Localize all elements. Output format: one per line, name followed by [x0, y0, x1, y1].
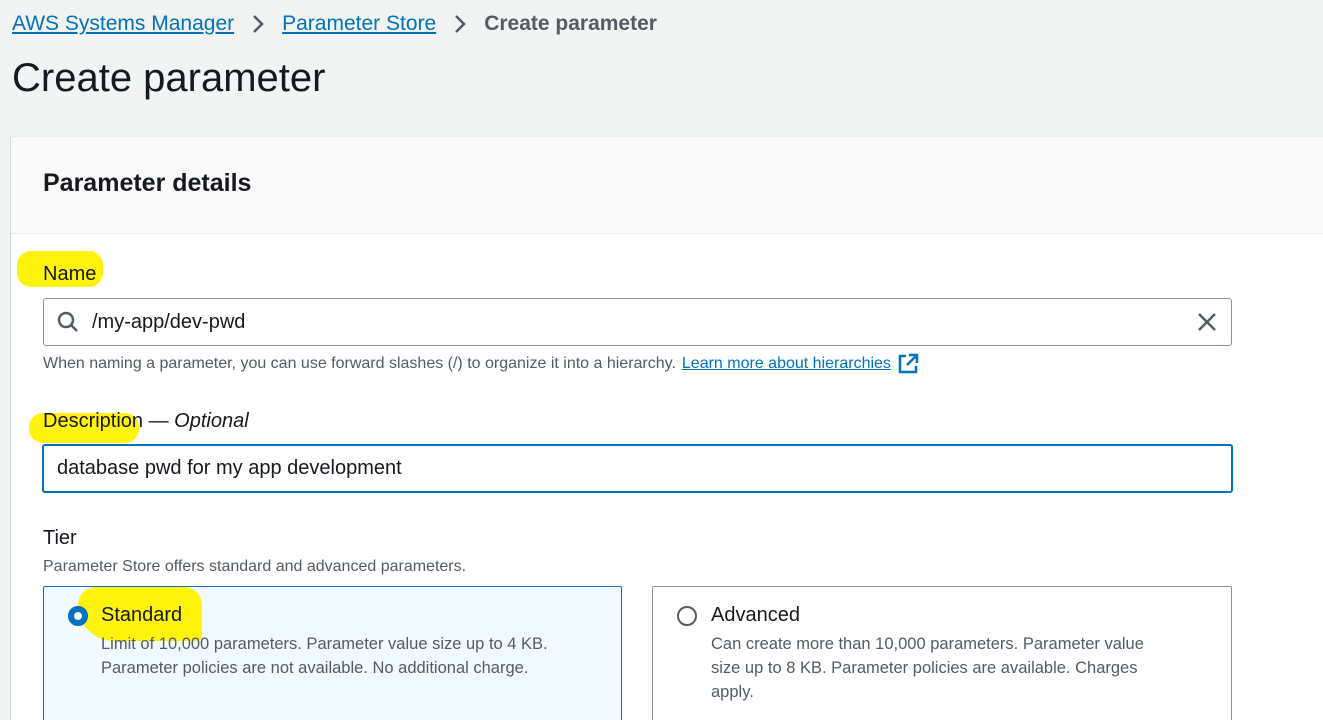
close-icon[interactable]: [1183, 311, 1231, 333]
learn-more-hierarchies-link[interactable]: Learn more about hierarchies: [682, 355, 891, 373]
name-help-text: When naming a parameter, you can use for…: [43, 355, 676, 372]
description-label: Description — Optional: [43, 410, 249, 432]
tier-option-advanced[interactable]: Advanced Can create more than 10,000 par…: [652, 586, 1232, 720]
advanced-radio[interactable]: [677, 606, 697, 626]
name-input-wrapper: [43, 298, 1232, 346]
page-title: Create parameter: [12, 56, 326, 100]
description-input-wrapper: [42, 444, 1233, 493]
standard-title: Standard: [101, 604, 183, 626]
breadcrumb-current: Create parameter: [484, 12, 657, 35]
breadcrumb: AWS Systems Manager Parameter Store Crea…: [12, 10, 657, 38]
card-title: Parameter details: [43, 169, 252, 197]
breadcrumb-parameter-store[interactable]: Parameter Store: [282, 12, 436, 36]
card-header: Parameter details: [11, 137, 1323, 234]
advanced-desc-line: size up to 8 KB. Parameter policies are …: [711, 659, 1138, 677]
tier-help: Parameter Store offers standard and adva…: [43, 558, 467, 575]
standard-description: Limit of 10,000 parameters. Parameter va…: [101, 632, 548, 680]
advanced-desc-line: apply.: [711, 683, 754, 701]
standard-radio[interactable]: [68, 606, 88, 626]
parameter-details-card: Parameter details Name When naming a par…: [10, 136, 1323, 720]
optional-label: Optional: [174, 410, 249, 432]
chevron-right-icon: [234, 10, 282, 38]
standard-desc-line: Limit of 10,000 parameters. Parameter va…: [101, 635, 548, 653]
advanced-title: Advanced: [711, 604, 800, 626]
description-label-text: Description: [43, 410, 144, 432]
name-input[interactable]: [92, 299, 1183, 345]
breadcrumb-systems-manager[interactable]: AWS Systems Manager: [12, 12, 234, 36]
advanced-desc-line: Can create more than 10,000 parameters. …: [711, 635, 1144, 653]
external-link-icon[interactable]: [897, 353, 919, 375]
search-icon: [44, 310, 92, 334]
name-help: When naming a parameter, you can use for…: [43, 353, 919, 375]
advanced-description: Can create more than 10,000 parameters. …: [711, 632, 1144, 704]
name-label: Name: [43, 263, 97, 285]
chevron-right-icon: [436, 10, 484, 38]
description-input[interactable]: [57, 446, 1231, 491]
standard-desc-line: Parameter policies are not available. No…: [101, 659, 529, 677]
tier-label: Tier: [43, 527, 77, 549]
tier-option-standard[interactable]: Standard Limit of 10,000 parameters. Par…: [43, 586, 622, 720]
